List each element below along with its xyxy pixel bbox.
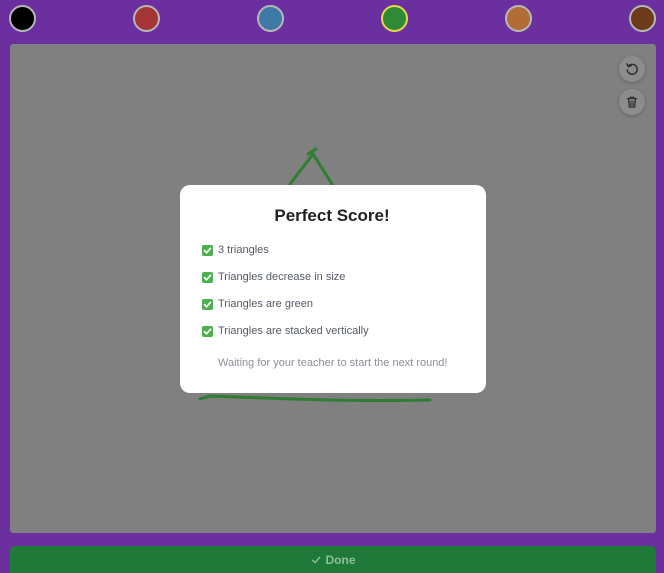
undo-button[interactable]: [619, 56, 645, 82]
check-icon: [311, 556, 320, 563]
status-message: Waiting for your teacher to start the ne…: [218, 357, 448, 369]
criterion-label: Triangles are green: [218, 298, 313, 310]
color-swatch-green[interactable]: [381, 5, 408, 32]
triangle-stroke-bottom: [198, 394, 432, 403]
color-palette: [0, 0, 664, 40]
triangle-stroke-top: [288, 152, 334, 186]
color-swatch-black[interactable]: [9, 5, 36, 32]
criterion-label: 3 triangles: [218, 244, 269, 256]
done-label: Done: [325, 552, 356, 567]
color-swatch-blue[interactable]: [257, 5, 284, 32]
color-swatch-red[interactable]: [133, 5, 160, 32]
criterion-label: Triangles decrease in size: [218, 271, 346, 283]
trash-icon: [626, 96, 638, 108]
color-swatch-brown[interactable]: [629, 5, 656, 32]
triangle-stroke-peak: [306, 147, 318, 156]
criterion-item: Triangles are green: [202, 297, 313, 311]
clear-button[interactable]: [619, 89, 645, 115]
criterion-label: Triangles are stacked vertically: [218, 325, 369, 337]
checkmark-icon: [202, 325, 213, 337]
modal-title: Perfect Score!: [274, 206, 390, 225]
criterion-item: Triangles are stacked vertically: [202, 324, 369, 338]
color-swatch-orange[interactable]: [505, 5, 532, 32]
checkmark-icon: [202, 298, 213, 310]
criterion-item: Triangles decrease in size: [202, 270, 345, 284]
checkmark-icon: [202, 271, 213, 283]
done-button[interactable]: Done: [10, 546, 656, 573]
checkmark-icon: [202, 244, 213, 256]
criterion-item: 3 triangles: [202, 243, 269, 257]
undo-icon: [626, 63, 638, 75]
